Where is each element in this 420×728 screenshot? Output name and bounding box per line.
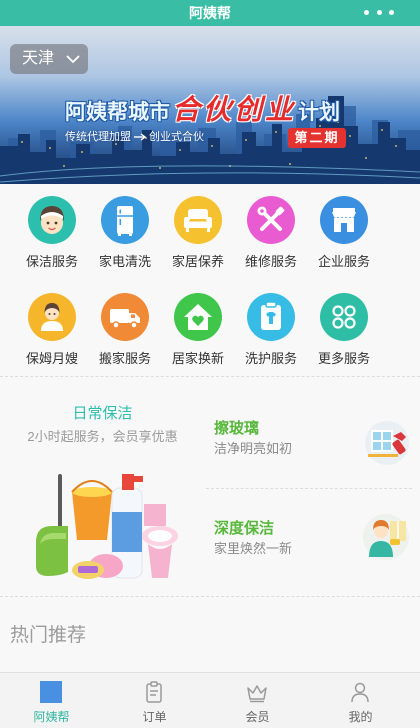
- storefront-icon: [320, 196, 368, 244]
- banner-subtitle-to: 创业式合伙: [149, 131, 204, 143]
- section-divider: [0, 376, 420, 377]
- order-clipboard-icon: [146, 681, 162, 703]
- banner-title-highlight: 合伙创业: [172, 93, 297, 126]
- cleaning-lady-icon: [28, 196, 76, 244]
- laundry-icon: [247, 293, 295, 341]
- home-square-icon: [40, 681, 62, 703]
- deep-cleaning-title: 深度保洁: [214, 520, 275, 537]
- window-cleaning-icon: [365, 421, 409, 465]
- arrow-right-icon: [134, 133, 147, 141]
- banner-title-prefix: 阿姨帮城市: [65, 101, 170, 124]
- service-label: 维修服务: [244, 254, 297, 269]
- service-label: 家居保养: [171, 254, 224, 269]
- cleaning-supplies-illustration: [36, 474, 178, 579]
- daily-cleaning-subtitle: 2小时起服务，会员享优惠: [27, 429, 178, 444]
- banner-badge: 第二期: [288, 128, 346, 148]
- refrigerator-icon: [101, 196, 149, 244]
- sofa-icon: [174, 196, 222, 244]
- service-repair[interactable]: 维修服务: [234, 196, 308, 270]
- deep-cleaning-subtitle: 家里焕然一新: [214, 541, 293, 556]
- tab-membership[interactable]: 会员: [206, 673, 309, 728]
- tab-label: 订单: [142, 710, 167, 724]
- service-home-renew[interactable]: 居家换新: [161, 293, 235, 367]
- service-label: 保洁服务: [25, 254, 78, 269]
- section-divider: [0, 596, 420, 597]
- city-selector[interactable]: 天津: [10, 44, 88, 74]
- crown-icon: [247, 685, 267, 703]
- tab-orders[interactable]: 订单: [103, 673, 206, 728]
- window-cleaning-card[interactable]: 擦玻璃 洁净明亮如初: [206, 378, 416, 488]
- window-cleaning-title: 擦玻璃: [214, 420, 260, 437]
- hot-recommend-title: 热门推荐: [10, 625, 87, 646]
- nanny-icon: [28, 293, 76, 341]
- tab-profile[interactable]: 我的: [309, 673, 412, 728]
- tools-icon: [247, 196, 295, 244]
- service-laundry[interactable]: 洗护服务: [234, 293, 308, 367]
- app-title: 阿姨帮: [189, 5, 231, 21]
- more-grid-icon: [320, 293, 368, 341]
- daily-cleaning-title: 日常保洁: [72, 405, 133, 422]
- daily-cleaning-card[interactable]: 日常保洁 2小时起服务，会员享优惠: [0, 378, 205, 594]
- top-bar: 阿姨帮: [0, 0, 420, 26]
- service-moving[interactable]: 搬家服务: [88, 293, 162, 367]
- window-cleaning-subtitle: 洁净明亮如初: [214, 441, 293, 456]
- service-label: 搬家服务: [98, 351, 151, 366]
- moving-truck-icon: [101, 293, 149, 341]
- user-icon: [351, 682, 369, 703]
- banner-subtitle: 传统代理加盟 创业式合伙: [65, 130, 204, 144]
- more-dots-icon[interactable]: [364, 10, 394, 16]
- bottom-tab-bar: 阿姨帮 订单 会员 我的: [0, 672, 420, 728]
- service-label: 保姆月嫂: [25, 351, 78, 366]
- city-name: 天津: [22, 50, 55, 67]
- deep-cleaning-card[interactable]: 深度保洁 家里焕然一新: [206, 489, 416, 595]
- deep-cleaning-icon: [363, 514, 409, 560]
- service-appliance-cleaning[interactable]: 家电清洗: [88, 196, 162, 270]
- service-label: 家电清洗: [98, 254, 151, 269]
- banner-subtitle-from: 传统代理加盟: [65, 131, 131, 143]
- app-page: 阿姨帮 天津 阿姨帮城市 合伙创业 计划 传统代理加盟 创业式合伙 第二期 保洁…: [0, 0, 420, 728]
- service-label: 居家换新: [171, 351, 224, 366]
- service-furniture-care[interactable]: 家居保养: [161, 196, 235, 270]
- service-cleaning[interactable]: 保洁服务: [15, 196, 89, 270]
- service-more[interactable]: 更多服务: [307, 293, 381, 367]
- service-nanny[interactable]: 保姆月嫂: [15, 293, 89, 367]
- tab-label: 会员: [245, 710, 270, 724]
- house-heart-icon: [174, 293, 222, 341]
- banner-title: 阿姨帮城市 合伙创业 计划: [65, 88, 340, 128]
- promo-banner[interactable]: 天津 阿姨帮城市 合伙创业 计划 传统代理加盟 创业式合伙 第二期: [0, 26, 420, 184]
- tab-home[interactable]: 阿姨帮: [0, 673, 103, 728]
- service-label: 企业服务: [317, 254, 370, 269]
- tab-label: 阿姨帮: [33, 710, 70, 724]
- service-enterprise[interactable]: 企业服务: [307, 196, 381, 270]
- service-label: 洗护服务: [244, 351, 297, 366]
- service-label: 更多服务: [317, 351, 370, 366]
- tab-label: 我的: [348, 710, 373, 724]
- chevron-down-icon: [66, 55, 80, 64]
- banner-title-suffix: 计划: [298, 101, 341, 124]
